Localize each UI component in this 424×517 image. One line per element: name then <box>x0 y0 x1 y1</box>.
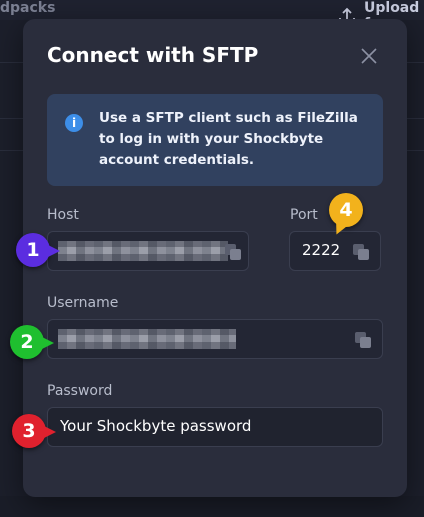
copy-icon[interactable] <box>354 331 372 349</box>
username-field[interactable] <box>47 319 383 359</box>
port-label: Port <box>290 207 318 223</box>
badge-number: 3 <box>22 420 36 442</box>
badge-pointer <box>42 337 54 349</box>
host-field[interactable] <box>47 231 249 271</box>
badge-pointer <box>48 245 60 257</box>
annotation-badge-2: 2 <box>10 325 54 359</box>
host-value-redacted <box>58 241 228 261</box>
host-label: Host <box>47 207 79 223</box>
port-field[interactable]: 2222 <box>289 231 381 271</box>
port-value: 2222 <box>302 241 341 259</box>
annotation-badge-3: 3 <box>12 414 56 448</box>
badge-number: 4 <box>339 199 353 221</box>
password-label: Password <box>47 383 113 399</box>
username-value-redacted <box>58 329 236 349</box>
badge-pointer <box>44 426 56 438</box>
sftp-modal: Connect with SFTP i Use a SFTP client su… <box>23 19 407 497</box>
password-field[interactable]: Your Shockbyte password <box>47 407 383 447</box>
username-label: Username <box>47 295 119 311</box>
annotation-badge-4: 4 <box>329 193 363 237</box>
info-text: Use a SFTP client such as FileZilla to l… <box>99 110 358 168</box>
modal-title: Connect with SFTP <box>47 43 259 67</box>
password-value: Your Shockbyte password <box>60 417 252 435</box>
background-nav-text: dpacks <box>0 0 56 16</box>
close-button[interactable] <box>359 46 379 66</box>
close-icon <box>361 48 377 64</box>
info-icon: i <box>65 114 83 132</box>
copy-icon[interactable] <box>352 243 370 261</box>
badge-number: 2 <box>20 331 34 353</box>
background-footer <box>0 496 424 517</box>
copy-icon[interactable] <box>224 243 242 261</box>
badge-number: 1 <box>26 239 40 261</box>
annotation-badge-1: 1 <box>16 233 60 267</box>
info-box: i Use a SFTP client such as FileZilla to… <box>47 94 383 186</box>
